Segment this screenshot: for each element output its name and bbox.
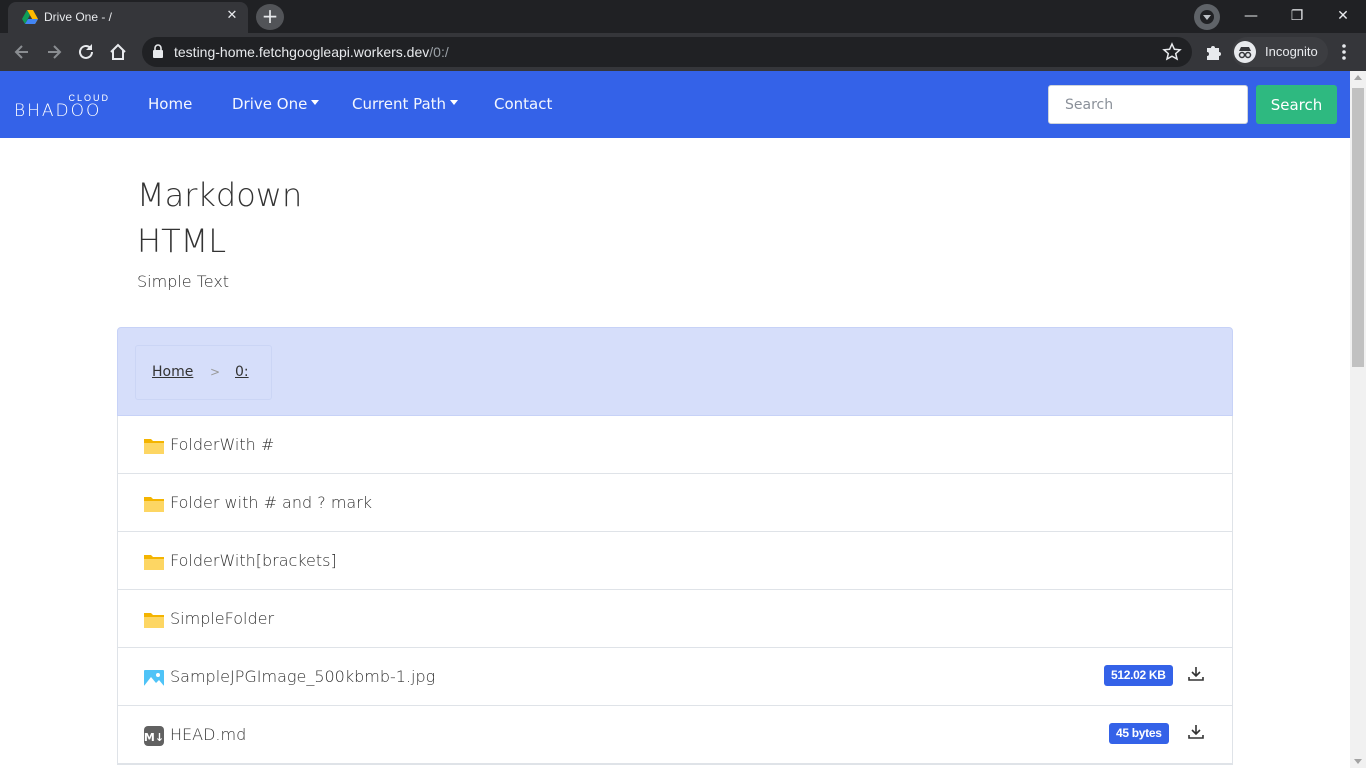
caret-down-icon [311,100,320,105]
folder-icon [144,555,164,570]
folder-icon [144,613,164,628]
tab-close-icon[interactable]: ✕ [224,8,240,24]
back-arrow-icon[interactable] [11,41,33,63]
scroll-up-icon[interactable] [1354,75,1362,80]
file-name: HEAD.md [170,725,247,744]
nav-drive-one-dropdown[interactable]: Drive One [232,95,320,113]
brand-logo[interactable]: CLOUD BHADOO [14,93,114,121]
readme-heading-markdown: Markdown [137,176,303,214]
file-name: Folder with # and ? mark [170,493,373,512]
search-input[interactable] [1048,85,1248,124]
url-host: testing-home.fetchgoogleapi.workers.dev [174,44,430,60]
incognito-profile-button[interactable]: Incognito [1232,37,1328,67]
url-path: /0:/ [429,44,449,60]
file-list: FolderWith # Folder with # and ? mark Fo… [117,416,1233,765]
brand-logo-text: BHADOO [14,101,102,121]
list-item[interactable]: SimpleFolder [118,590,1232,648]
home-icon[interactable] [107,41,129,63]
reload-icon[interactable] [75,41,97,63]
list-item[interactable]: M↓ HEAD.md 45 bytes [118,706,1232,764]
download-icon[interactable] [1187,665,1205,683]
markdown-file-icon: M↓ [144,726,164,746]
file-size-badge: 45 bytes [1109,723,1169,744]
tab-search-icon [1200,10,1214,24]
restore-button[interactable]: ❐ [1274,0,1320,32]
tab-title: Drive One - / [44,10,113,24]
tab-search-button[interactable] [1194,4,1220,30]
readme-paragraph: Simple Text [137,272,230,291]
forward-arrow-icon[interactable] [43,41,65,63]
lock-icon[interactable] [152,44,164,59]
file-name: SampleJPGImage_500kbmb-1.jpg [170,667,436,686]
breadcrumb-separator: > [210,365,221,379]
page-viewport: CLOUD BHADOO Home Drive One Current Path… [0,71,1350,768]
page-scrollbar[interactable] [1350,71,1366,768]
breadcrumb-panel: Home > 0: [117,327,1233,416]
address-bar[interactable]: testing-home.fetchgoogleapi.workers.dev/… [142,37,1192,67]
nav-contact[interactable]: Contact [494,95,552,113]
list-item[interactable]: FolderWith # [118,416,1232,474]
breadcrumb-home-link[interactable]: Home [152,364,193,380]
list-item[interactable]: FolderWith[brackets] [118,532,1232,590]
extensions-puzzle-icon[interactable] [1204,42,1224,62]
new-tab-button[interactable]: + [256,4,284,30]
list-item[interactable]: SampleJPGImage_500kbmb-1.jpg 512.02 KB [118,648,1232,706]
incognito-label: Incognito [1265,44,1318,59]
close-window-button[interactable]: ✕ [1320,0,1366,32]
nav-current-path-dropdown[interactable]: Current Path [352,95,459,113]
bookmark-star-icon[interactable] [1162,42,1182,62]
file-name: SimpleFolder [170,609,275,628]
list-item[interactable]: Folder with # and ? mark [118,474,1232,532]
url-text: testing-home.fetchgoogleapi.workers.dev/… [174,44,449,60]
breadcrumb-current-link[interactable]: 0: [235,364,249,380]
browser-menu-icon[interactable] [1337,42,1351,62]
minimize-button[interactable]: — [1228,0,1274,32]
site-navbar: CLOUD BHADOO Home Drive One Current Path… [0,71,1350,138]
caret-down-icon [450,100,459,105]
scrollbar-thumb[interactable] [1352,88,1364,367]
svg-text:M↓: M↓ [144,731,164,744]
nav-home-label: Home [148,95,193,113]
search-button[interactable]: Search [1256,85,1337,124]
folder-icon [144,497,164,512]
nav-current-path-label: Current Path [352,95,447,113]
incognito-icon [1234,41,1256,63]
browser-tab-strip: Drive One - / ✕ + — ❐ ✕ [0,0,1366,33]
file-name: FolderWith # [170,435,275,454]
scroll-down-icon[interactable] [1354,759,1362,764]
nav-home[interactable]: Home [148,95,192,113]
browser-toolbar: testing-home.fetchgoogleapi.workers.dev/… [0,33,1366,71]
file-size-badge: 512.02 KB [1104,665,1173,686]
download-icon[interactable] [1187,723,1205,741]
image-file-icon [144,670,164,686]
breadcrumb: Home > 0: [135,345,272,400]
browser-tab[interactable]: Drive One - / ✕ [8,2,248,33]
nav-drive-one-label: Drive One [232,95,308,113]
file-name: FolderWith[brackets] [170,551,337,570]
google-drive-icon [22,10,38,24]
folder-icon [144,439,164,454]
nav-contact-label: Contact [494,95,553,113]
readme-heading-html: HTML [137,222,227,260]
